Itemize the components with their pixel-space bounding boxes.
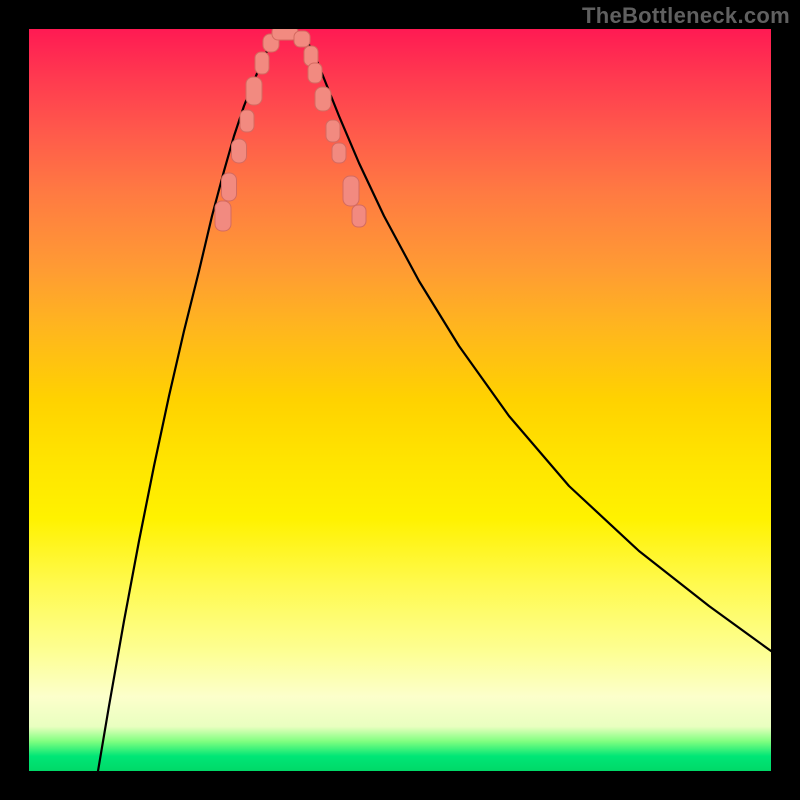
marker-point: [246, 77, 262, 105]
marker-point: [294, 31, 310, 47]
series-left-curve: [98, 33, 278, 771]
chart-svg: [29, 29, 771, 771]
marker-point: [215, 201, 231, 231]
series-right-curve: [301, 33, 771, 651]
marker-point: [332, 143, 346, 163]
marker-point: [352, 205, 366, 227]
marker-point: [240, 110, 254, 132]
plot-area: [29, 29, 771, 771]
marker-point: [326, 120, 340, 142]
watermark-text: TheBottleneck.com: [582, 3, 790, 29]
marker-point: [315, 87, 331, 111]
chart-container: TheBottleneck.com: [0, 0, 800, 800]
marker-point: [255, 52, 269, 74]
marker-point: [308, 63, 322, 83]
marker-point: [222, 173, 237, 201]
marker-point: [343, 176, 359, 206]
marker-point: [232, 139, 247, 163]
